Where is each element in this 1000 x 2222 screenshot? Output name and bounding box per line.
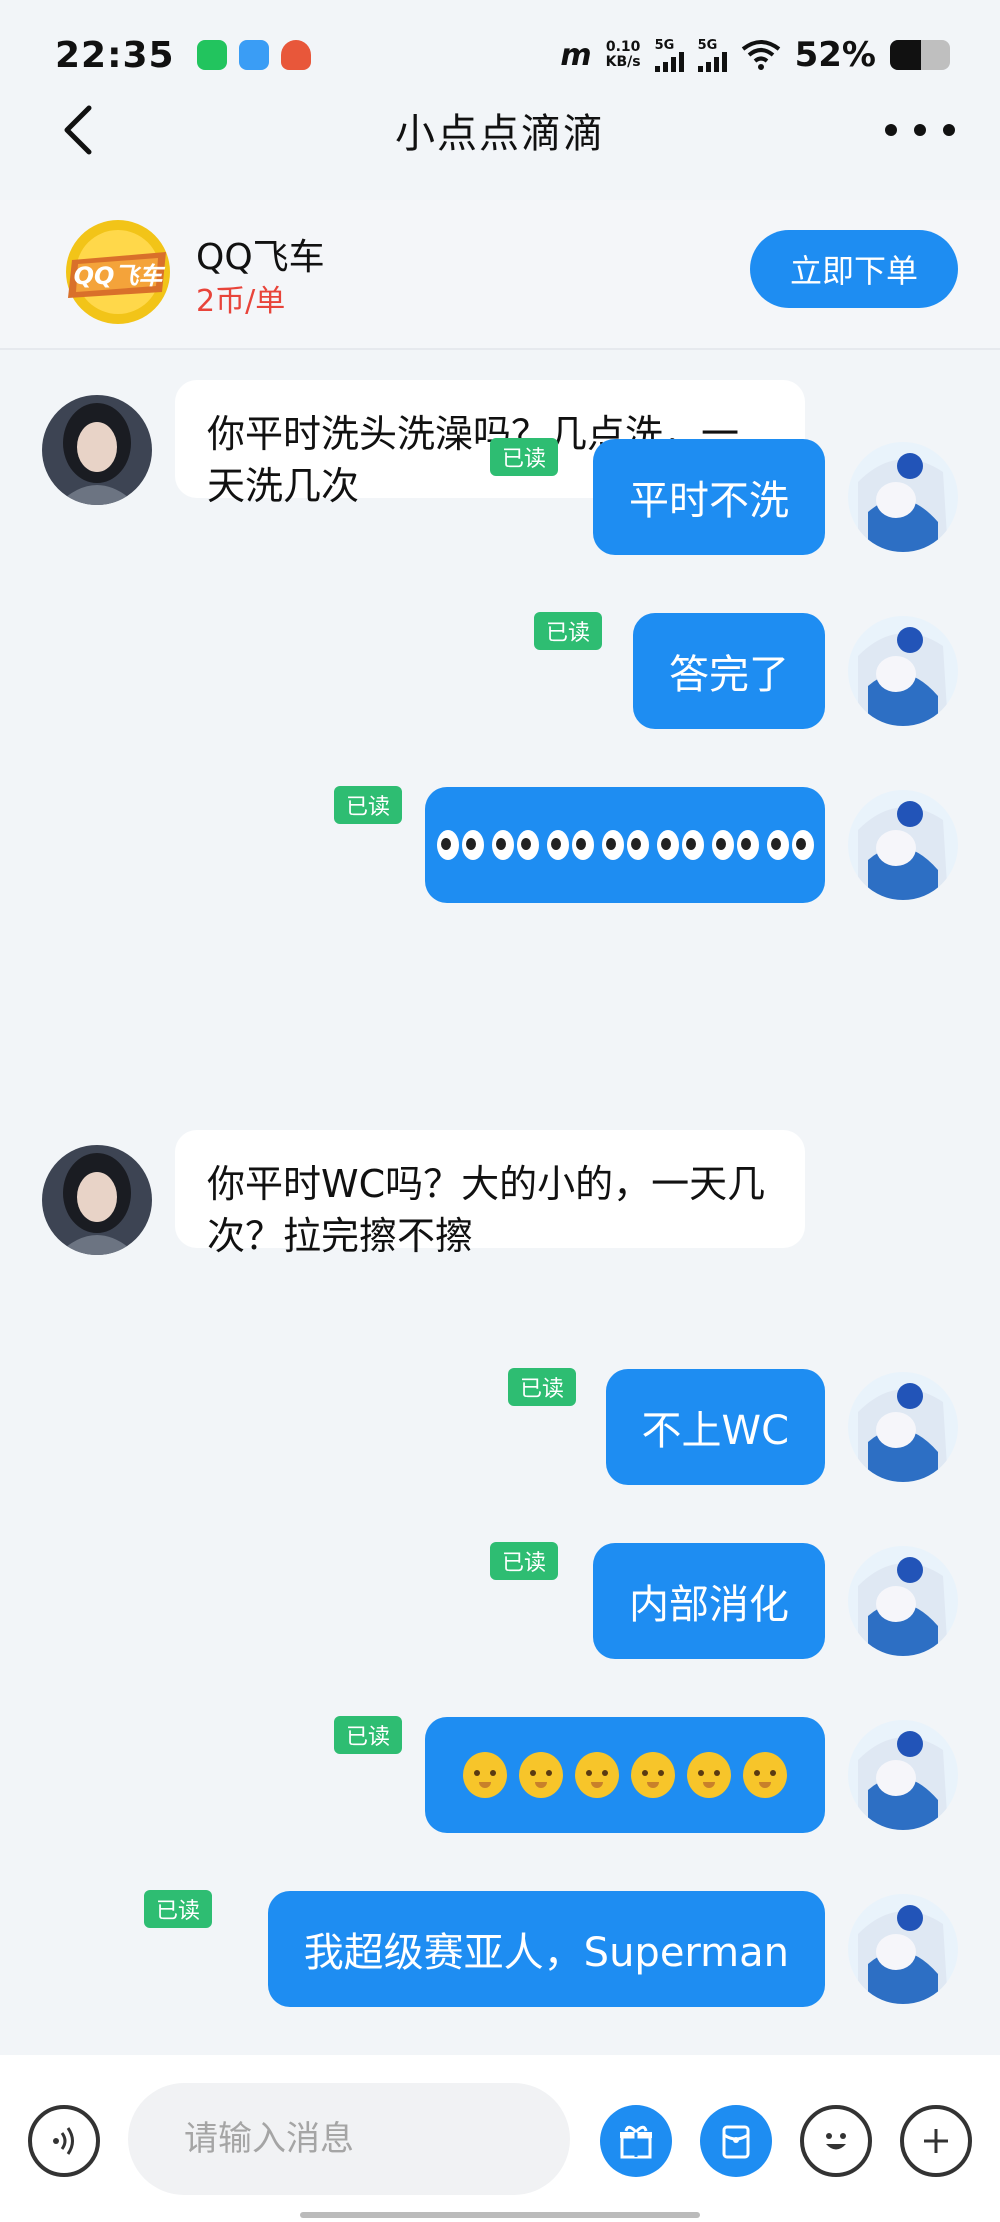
network-speed-unit: KB/s [605, 54, 641, 70]
baby-emoji-icon [575, 1752, 619, 1798]
message-text: 不上WC [641, 1408, 789, 1454]
baby-emoji-icon [743, 1752, 787, 1798]
eyes-emoji-icon [601, 830, 649, 860]
plus-button[interactable] [900, 2105, 972, 2177]
red-packet-icon [722, 2125, 750, 2159]
read-badge: 已读 [507, 1368, 576, 1406]
gift-icon [620, 2125, 652, 2159]
eyes-emoji-icon [436, 830, 484, 860]
emoji-row [436, 830, 814, 860]
signal-sim2: 5G [697, 37, 727, 72]
signal-bars-icon [654, 51, 684, 72]
plus-icon [924, 2129, 948, 2153]
service-name: QQ飞车 [196, 237, 325, 278]
emoji-button[interactable] [800, 2105, 872, 2177]
eyes-emoji-icon [711, 830, 759, 860]
my-avatar[interactable] [848, 1720, 958, 1830]
app-icon [238, 40, 269, 70]
baby-emoji-icon [519, 1752, 563, 1798]
red-packet-button[interactable] [700, 2105, 772, 2177]
read-badge: 已读 [489, 438, 558, 476]
read-badge: 已读 [533, 612, 602, 650]
my-avatar[interactable] [848, 1894, 958, 2004]
baby-emoji-icon [463, 1752, 507, 1798]
my-avatar[interactable] [848, 616, 958, 726]
read-badge: 已读 [489, 1542, 558, 1580]
message-input[interactable] [128, 2083, 570, 2195]
back-button[interactable] [55, 102, 105, 158]
order-now-button[interactable]: 立即下单 [750, 230, 958, 308]
message-text: 内部消化 [629, 1582, 789, 1628]
wifi-icon [741, 40, 780, 70]
my-avatar[interactable] [848, 1546, 958, 1656]
sim2-label: 5G [697, 37, 718, 53]
input-bar [0, 2055, 1000, 2222]
chat-list[interactable]: 你平时洗头洗澡吗？几点洗，一天洗几次 已读 平时不洗 已读 答完了 已读 你平时… [0, 350, 1000, 2055]
battery-fill [890, 40, 922, 70]
network-speed: 0.10 KB/s [606, 40, 641, 70]
voice-icon [53, 2127, 74, 2155]
message-text: 我超级赛亚人，Superman [303, 1930, 789, 1976]
baby-emoji-icon [631, 1752, 675, 1798]
sim1-label: 5G [654, 37, 675, 53]
read-badge: 已读 [143, 1890, 212, 1928]
service-card: QQ飞车 QQ飞车 2币/单 立即下单 [0, 200, 1000, 350]
message-text: 你平时WC吗？大的小的，一天几次？拉完擦不擦 [207, 1162, 766, 1258]
home-indicator[interactable] [300, 2212, 700, 2218]
more-button[interactable] [885, 110, 955, 150]
battery-icon [890, 40, 950, 70]
emoji-icon [826, 2133, 846, 2150]
voice-button[interactable] [28, 2105, 100, 2177]
game-icon [280, 40, 311, 70]
qq-speed-logo: QQ飞车 [66, 220, 170, 324]
contact-avatar[interactable] [42, 395, 152, 505]
message-text: 答完了 [669, 652, 789, 698]
message-bubble-outgoing[interactable]: 我超级赛亚人，Superman [267, 1891, 825, 2007]
message-bubble-outgoing[interactable]: 平时不洗 [593, 439, 825, 555]
message-bubble-outgoing[interactable] [425, 787, 825, 903]
eyes-emoji-icon [491, 830, 539, 860]
chat-header: 小点点滴滴 [0, 90, 1000, 170]
eyes-emoji-icon [766, 830, 814, 860]
message-text: 平时不洗 [629, 478, 789, 524]
signal-sim1: 5G [654, 37, 684, 72]
network-logo-icon: m [560, 37, 592, 73]
read-badge: 已读 [333, 1716, 402, 1754]
message-bubble-outgoing[interactable]: 答完了 [633, 613, 825, 729]
baby-emoji-icon [687, 1752, 731, 1798]
my-avatar[interactable] [848, 1372, 958, 1482]
chevron-left-icon [64, 105, 92, 155]
battery-percent: 52% [794, 35, 876, 75]
wechat-icon [196, 40, 227, 70]
gift-button[interactable] [600, 2105, 672, 2177]
eyes-emoji-icon [656, 830, 704, 860]
my-avatar[interactable] [848, 790, 958, 900]
emoji-row [463, 1752, 787, 1798]
network-speed-value: 0.10 [605, 39, 641, 55]
message-bubble-incoming[interactable]: 你平时WC吗？大的小的，一天几次？拉完擦不擦 [175, 1130, 805, 1258]
message-bubble-outgoing[interactable] [425, 1717, 825, 1833]
status-time: 22:35 [55, 34, 175, 76]
contact-avatar[interactable] [42, 1145, 152, 1255]
message-bubble-outgoing[interactable]: 内部消化 [593, 1543, 825, 1659]
svg-text:QQ飞车: QQ飞车 [74, 262, 166, 290]
eyes-emoji-icon [546, 830, 594, 860]
service-price: 2币/单 [196, 284, 286, 319]
signal-bars-icon [697, 51, 727, 72]
page-title: 小点点滴滴 [395, 111, 605, 157]
more-icon [885, 124, 897, 136]
message-bubble-outgoing[interactable]: 不上WC [605, 1369, 825, 1485]
read-badge: 已读 [333, 786, 402, 824]
my-avatar[interactable] [848, 442, 958, 552]
